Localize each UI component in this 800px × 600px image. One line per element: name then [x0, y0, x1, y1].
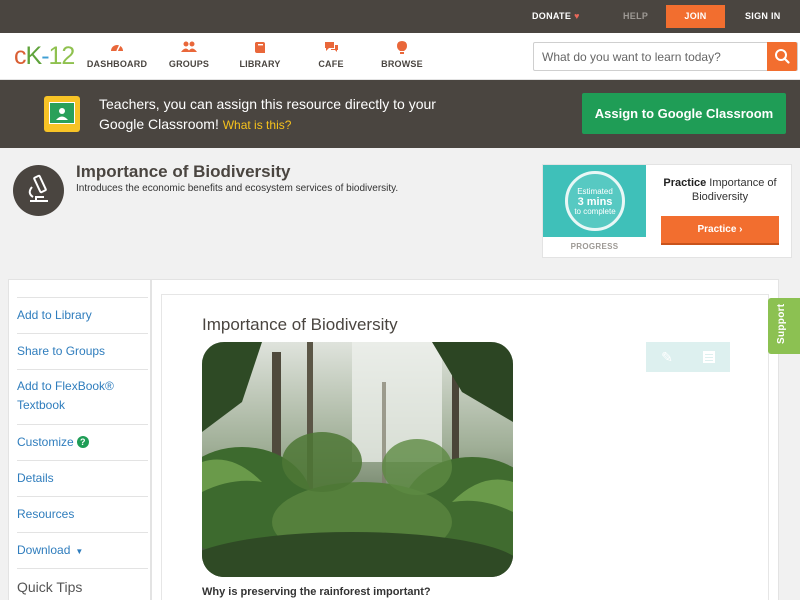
- download-label: Download: [17, 543, 71, 557]
- practice-button[interactable]: Practice ›: [661, 216, 779, 245]
- estimated-mins: 3 mins: [577, 196, 613, 208]
- nav-dashboard[interactable]: DASHBOARD: [80, 41, 154, 69]
- sidebar-item-resources[interactable]: Resources: [17, 497, 148, 533]
- estimated-label: Estimated: [577, 187, 613, 196]
- page-subtitle: Introduces the economic benefits and eco…: [76, 183, 399, 194]
- nav-cafe[interactable]: CAFE: [294, 41, 368, 69]
- practice-label: Practice Importance of Biodiversity: [650, 176, 790, 204]
- sidebar-item-add-to-library[interactable]: Add to Library: [17, 298, 148, 334]
- support-tab[interactable]: Support: [768, 298, 800, 354]
- groups-icon: [152, 41, 226, 56]
- estimated-time-badge: Estimated 3 mins to complete: [565, 171, 625, 231]
- support-label: Support: [776, 303, 787, 344]
- nav-label: CAFE: [318, 59, 344, 69]
- caret-down-icon: ▼: [75, 547, 84, 556]
- search-input[interactable]: [534, 43, 768, 70]
- ck12-logo[interactable]: cK-12: [14, 42, 76, 71]
- logo-k: K: [25, 42, 43, 70]
- sidebar-item-download[interactable]: Download ▼: [17, 533, 148, 569]
- content-title: Importance of Biodiversity: [202, 315, 398, 334]
- cafe-icon: [294, 41, 368, 56]
- help-link[interactable]: HELP: [623, 0, 648, 33]
- content-tools: ✎: [646, 342, 730, 372]
- practice-label-bold: Practice: [663, 177, 707, 189]
- google-classroom-icon: [44, 96, 80, 132]
- banner-text: Teachers, you can assign this resource d…: [99, 94, 479, 135]
- search-button[interactable]: [767, 42, 797, 71]
- progress-label: PROGRESS: [570, 242, 619, 251]
- nav-groups[interactable]: GROUPS: [152, 41, 226, 69]
- nav-label: BROWSE: [381, 59, 423, 69]
- progress-graphic: Estimated 3 mins to complete: [543, 165, 646, 237]
- join-button[interactable]: JOIN: [666, 5, 725, 28]
- donate-link[interactable]: DONATE ♥: [532, 0, 580, 33]
- what-is-this-link[interactable]: What is this?: [223, 118, 292, 132]
- dashboard-icon: [80, 41, 154, 56]
- heart-icon: ♥: [574, 11, 580, 21]
- sidebar-menu: Add to Library Share to Groups Add to Fl…: [17, 297, 148, 600]
- top-utility-bar: DONATE ♥ HELP JOIN SIGN IN: [0, 0, 800, 33]
- sidebar-item-details[interactable]: Details: [17, 461, 148, 497]
- microscope-icon: [13, 165, 64, 216]
- logo-dash: -: [41, 42, 49, 70]
- customize-label: Customize: [17, 435, 74, 449]
- page-title: Importance of Biodiversity: [76, 162, 291, 181]
- annotate-button[interactable]: ✎: [646, 342, 688, 372]
- notes-button[interactable]: [688, 342, 730, 372]
- main-header: cK-12 DASHBOARD GROUPS LIBRARY CAFE BROW…: [0, 33, 800, 80]
- sidebar-item-share-to-groups[interactable]: Share to Groups: [17, 334, 148, 370]
- sidebar-item-add-to-flexbook[interactable]: Add to FlexBook® Textbook: [17, 370, 148, 425]
- pencil-icon: ✎: [661, 349, 673, 365]
- nav-library[interactable]: LIBRARY: [223, 41, 297, 69]
- sign-in-link[interactable]: SIGN IN: [745, 0, 781, 33]
- notes-icon: [703, 351, 715, 363]
- sidebar-item-customize[interactable]: Customize?: [17, 425, 148, 461]
- donate-label: DONATE: [532, 11, 572, 21]
- library-icon: [223, 41, 297, 56]
- search-box: [533, 42, 798, 71]
- search-icon: [775, 49, 790, 64]
- to-complete-label: to complete: [574, 207, 616, 216]
- rainforest-image: [202, 342, 513, 577]
- nav-label: GROUPS: [168, 59, 210, 69]
- quick-tips-heading[interactable]: Quick Tips: [17, 569, 148, 600]
- assign-google-classroom-button[interactable]: Assign to Google Classroom: [582, 93, 786, 134]
- browse-icon: [365, 41, 439, 56]
- logo-c: c: [14, 42, 26, 70]
- nav-browse[interactable]: BROWSE: [365, 41, 439, 69]
- nav-label: DASHBOARD: [86, 59, 148, 69]
- content-question: Why is preserving the rainforest importa…: [202, 586, 431, 598]
- chevron-right-icon: ›: [739, 224, 743, 235]
- help-icon[interactable]: ?: [76, 436, 89, 448]
- practice-button-label: Practice: [697, 224, 737, 235]
- nav-label: LIBRARY: [239, 59, 281, 69]
- practice-card: Estimated 3 mins to complete PROGRESS Pr…: [542, 164, 792, 258]
- left-sidebar: Add to Library Share to Groups Add to Fl…: [8, 279, 151, 600]
- logo-num: 12: [48, 42, 76, 70]
